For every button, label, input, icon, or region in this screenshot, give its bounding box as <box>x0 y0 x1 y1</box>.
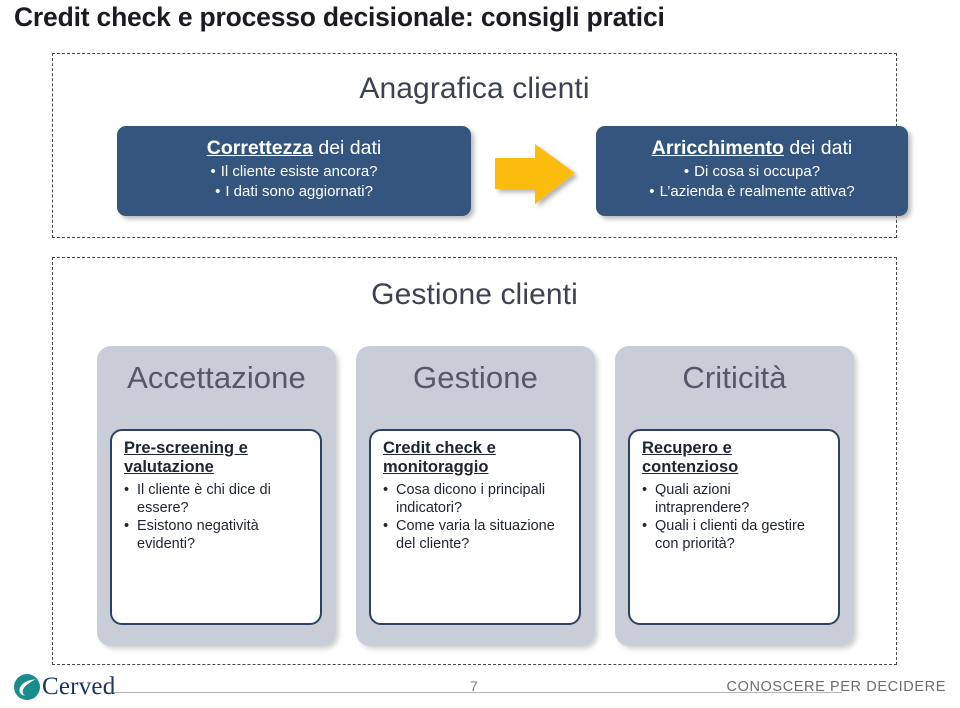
card-credit-check[interactable]: Credit check e monitoraggio Cosa dicono … <box>369 429 581 625</box>
card-title: Recupero e contenzioso <box>642 439 739 476</box>
arricchimento-dei-dati-box[interactable]: Arricchimento dei dati Di cosa si occupa… <box>596 126 908 216</box>
cerved-logo: Cerved <box>14 673 115 701</box>
footer-tagline: CONOSCERE PER DECIDERE <box>726 679 946 695</box>
cerved-swoosh-logo-icon <box>14 674 40 700</box>
column-gestione[interactable]: Gestione Credit check e monitoraggio Cos… <box>356 346 595 646</box>
column-accettazione[interactable]: Accettazione Pre-screening e valutazione… <box>97 346 336 646</box>
page-title: Credit check e processo decisionale: con… <box>14 2 665 32</box>
card-bullet-list: Il cliente è chi dice di essere? Esiston… <box>124 482 310 553</box>
arricchimento-title-rest: dei dati <box>783 137 853 159</box>
arricchimento-bullet-list: Di cosa si occupa? L’azienda è realmente… <box>610 162 894 202</box>
list-item: Come varia la situazione del cliente? <box>383 518 569 553</box>
gestione-clienti-panel: Gestione clienti Accettazione Pre-screen… <box>52 257 897 665</box>
card-bullet-list: Cosa dicono i principali indicatori? Com… <box>383 482 569 553</box>
list-item: I dati sono aggiornati? <box>131 182 457 202</box>
correttezza-box-title: Correttezza dei dati <box>131 135 457 161</box>
list-item: Quali azioni intraprendere? <box>642 482 828 517</box>
column-criticita[interactable]: Criticità Recupero e contenzioso Quali a… <box>615 346 854 646</box>
list-item: Il cliente esiste ancora? <box>131 162 457 182</box>
page-number: 7 <box>470 678 478 694</box>
list-item: L’azienda è realmente attiva? <box>610 182 894 202</box>
list-item: Il cliente è chi dice di essere? <box>124 482 310 517</box>
list-item: Cosa dicono i principali indicatori? <box>383 482 569 517</box>
correttezza-dei-dati-box[interactable]: Correttezza dei dati Il cliente esiste a… <box>117 126 471 216</box>
arrow-right-icon <box>491 142 581 212</box>
arricchimento-box-title: Arricchimento dei dati <box>610 135 894 161</box>
correttezza-title-rest: dei dati <box>312 137 382 159</box>
section-heading-anagrafica: Anagrafica clienti <box>359 72 590 105</box>
list-item: Quali i clienti da gestire con priorità? <box>642 518 828 553</box>
card-pre-screening[interactable]: Pre-screening e valutazione Il cliente è… <box>110 429 322 625</box>
column-title-gestione: Gestione <box>413 360 538 395</box>
card-bullet-list: Quali azioni intraprendere? Quali i clie… <box>642 482 828 553</box>
section-heading-gestione: Gestione clienti <box>371 278 578 311</box>
card-title: Pre-screening e valutazione <box>124 439 248 476</box>
list-item: Di cosa si occupa? <box>610 162 894 182</box>
column-title-accettazione: Accettazione <box>127 360 306 395</box>
column-title-criticita: Criticità <box>682 360 787 395</box>
cerved-logo-text: Cerved <box>42 673 116 700</box>
card-title: Credit check e monitoraggio <box>383 439 496 476</box>
card-recupero[interactable]: Recupero e contenzioso Quali azioni intr… <box>628 429 840 625</box>
anagrafica-clienti-panel: Anagrafica clienti Correttezza dei dati … <box>52 53 908 238</box>
correttezza-keyword: Correttezza <box>206 137 313 159</box>
list-item: Esistono negatività evidenti? <box>124 518 310 553</box>
arricchimento-keyword: Arricchimento <box>651 137 784 159</box>
correttezza-bullet-list: Il cliente esiste ancora? I dati sono ag… <box>131 162 457 202</box>
